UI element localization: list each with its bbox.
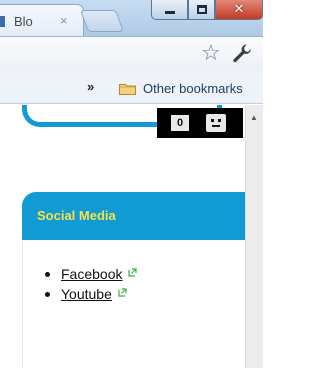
minimize-icon	[164, 11, 175, 14]
face-icon[interactable]	[206, 114, 226, 132]
youtube-link[interactable]: Youtube	[61, 286, 112, 302]
folder-icon[interactable]	[119, 82, 136, 95]
other-bookmarks-link[interactable]: Other bookmarks	[143, 81, 243, 96]
bullet-icon	[45, 292, 50, 297]
list-item: Facebook	[45, 264, 137, 284]
scroll-up-arrow-icon[interactable]: ▲	[250, 113, 258, 122]
widget-header: Social Media	[22, 192, 245, 240]
close-icon: ✕	[233, 2, 245, 17]
face-mouth	[212, 125, 220, 127]
wrench-icon[interactable]	[232, 43, 252, 63]
widget-body: Facebook Youtube	[22, 240, 245, 368]
bullet-icon	[45, 272, 50, 277]
browser-toolbar: ☆	[0, 36, 263, 72]
bookmarks-bar: » Other bookmarks	[0, 72, 263, 104]
facebook-link[interactable]: Facebook	[61, 266, 122, 282]
minimize-button[interactable]	[151, 0, 188, 20]
list-item: Youtube	[45, 284, 137, 304]
counter-value: 0	[171, 115, 189, 131]
maximize-button[interactable]	[188, 0, 215, 20]
title-bar: Blo × ✕	[0, 0, 263, 36]
tab-favicon-icon	[0, 16, 5, 27]
external-link-icon	[128, 268, 137, 277]
bookmark-star-icon[interactable]: ☆	[201, 41, 221, 66]
bookmarks-overflow-chevron[interactable]: »	[87, 79, 94, 94]
new-tab-button[interactable]	[79, 10, 125, 32]
widget-title: Social Media	[37, 208, 116, 223]
external-link-icon	[118, 288, 127, 297]
social-links-list: Facebook Youtube	[45, 264, 137, 304]
counter-toolbar: 0	[157, 108, 243, 138]
face-eye-right	[218, 119, 221, 122]
page-content: 0 Social Media Facebook Youtube ▲	[0, 105, 263, 368]
close-window-button[interactable]: ✕	[215, 0, 263, 20]
browser-tab[interactable]: Blo ×	[0, 4, 84, 36]
face-eye-left	[211, 119, 214, 122]
maximize-icon	[196, 5, 207, 14]
tab-title: Blo	[14, 14, 33, 29]
vertical-scrollbar[interactable]: ▲	[245, 105, 263, 368]
tab-close-button[interactable]: ×	[60, 13, 68, 28]
